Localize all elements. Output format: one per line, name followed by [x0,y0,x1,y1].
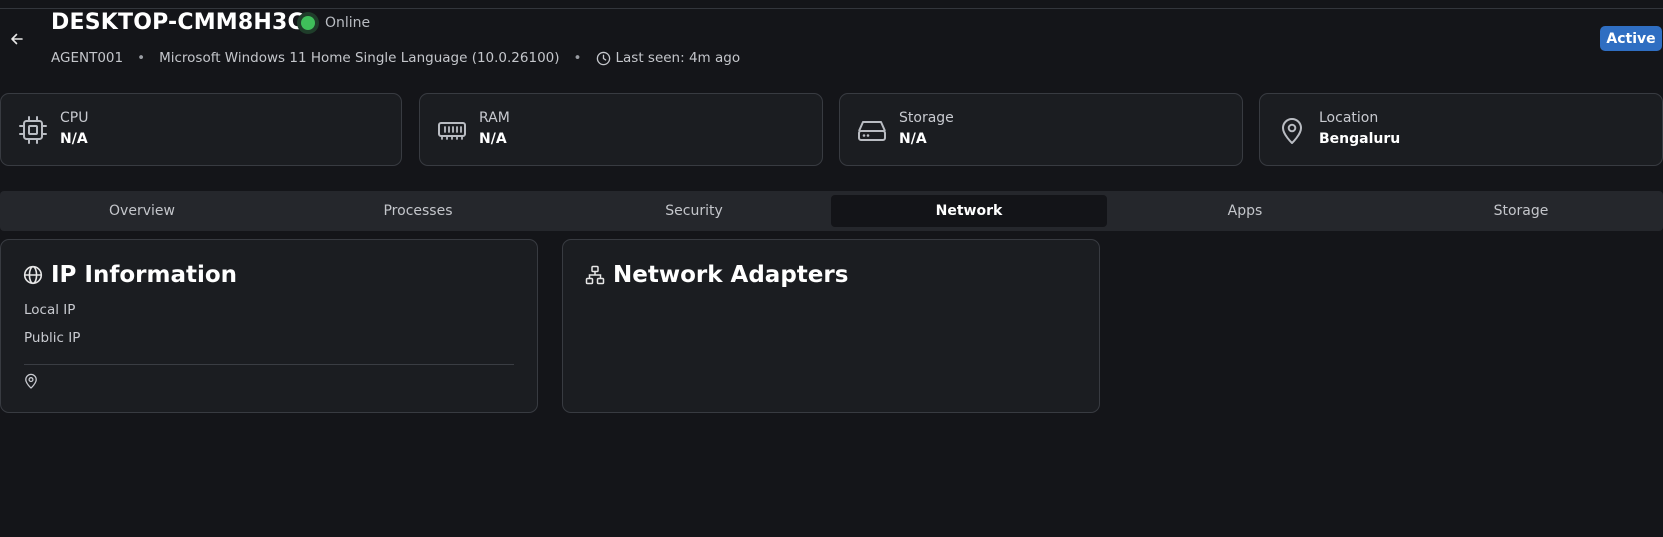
ram-icon [438,122,466,140]
ram-stat-card: RAM N/A [419,93,823,166]
storage-label: Storage [899,110,954,126]
top-divider [0,8,1663,9]
last-seen: Last seen: 4m ago [596,50,741,66]
status-indicator: Online [297,12,370,34]
ip-information-card: IP Information Local IP Public IP [0,239,538,413]
agent-id: AGENT001 [51,50,124,66]
storage-icon [858,121,886,141]
separator: • [573,50,582,66]
tab-storage[interactable]: Storage [1383,195,1659,227]
adapters-card-title: Network Adapters [613,262,849,288]
back-button[interactable] [6,28,28,50]
tab-security[interactable]: Security [556,195,832,227]
ip-card-title: IP Information [51,262,238,288]
cpu-icon [19,116,47,144]
adapters-card-heading: Network Adapters [585,262,848,288]
cpu-label: CPU [60,110,89,126]
tab-processes[interactable]: Processes [280,195,556,227]
separator: • [137,50,146,66]
storage-stat-card: Storage N/A [839,93,1243,166]
cpu-stat-card: CPU N/A [0,93,402,166]
ip-card-heading: IP Information [23,262,237,288]
device-subinfo: AGENT001 • Microsoft Windows 11 Home Sin… [51,50,740,66]
storage-value: N/A [899,131,927,147]
ram-value: N/A [479,131,507,147]
tab-bar: Overview Processes Security Network Apps… [0,191,1663,231]
location-label: Location [1319,110,1379,126]
card-divider [24,364,514,365]
last-seen-text: Last seen: 4m ago [615,50,741,66]
page-title: DESKTOP-CMM8H3C [51,10,304,35]
tab-overview[interactable]: Overview [4,195,280,227]
network-icon [585,265,605,285]
cpu-value: N/A [60,131,88,147]
public-ip-label: Public IP [24,330,81,346]
tab-apps[interactable]: Apps [1107,195,1383,227]
status-text: Online [325,15,371,31]
location-value: Bengaluru [1319,131,1401,147]
status-dot-icon [297,12,319,34]
location-pin-icon [25,373,37,389]
os-info: Microsoft Windows 11 Home Single Languag… [159,50,560,66]
location-stat-card: Location Bengaluru [1259,93,1663,166]
globe-icon [23,265,43,285]
clock-icon [596,51,610,65]
local-ip-label: Local IP [24,302,76,318]
tab-network[interactable]: Network [831,195,1107,227]
ram-label: RAM [479,110,510,126]
location-pin-icon [1282,118,1302,144]
active-status-badge: Active [1600,26,1662,51]
network-adapters-card: Network Adapters [562,239,1100,413]
arrow-left-icon [11,33,23,45]
